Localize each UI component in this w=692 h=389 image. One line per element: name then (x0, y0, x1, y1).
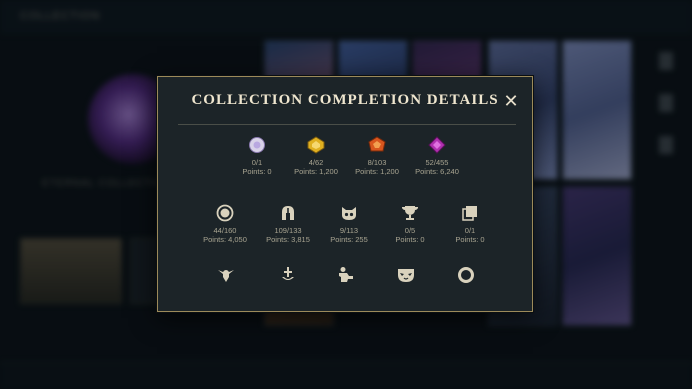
stat-icons: 44/160 Points: 4,050 (190, 203, 260, 244)
stat-count: 0/1 (464, 226, 476, 235)
emote-icon (216, 265, 236, 285)
stat-count: 9/113 (339, 226, 359, 235)
stat-points: Points: 4,050 (203, 235, 247, 244)
stat-points: Points: 0 (455, 235, 485, 244)
stat-count: 4/62 (308, 158, 324, 167)
stat-points: Points: 3,815 (266, 235, 310, 244)
stat-wards: 9/113 Points: 255 (314, 203, 384, 244)
stat-others: 0/1 Points: 0 (435, 203, 505, 244)
stat-points: Points: 255 (330, 235, 368, 244)
helmet-icon (253, 203, 323, 223)
stat-epic: 4/62 Points: 1,200 (281, 135, 351, 176)
stat-count: 52/455 (425, 158, 449, 167)
stacked-cards-icon (435, 203, 505, 223)
stat-count: 44/160 (213, 226, 237, 235)
mythic-gem-icon (402, 135, 472, 155)
collection-completion-modal: COLLECTION COMPLETION DETAILS ✕ 0/1 Poin… (157, 76, 533, 312)
ring-icon (456, 265, 476, 285)
epic-gem-icon (281, 135, 351, 155)
modal-title: COLLECTION COMPLETION DETAILS (191, 92, 499, 108)
stat-points: Points: 6,240 (415, 167, 459, 176)
icon-token-icon (190, 203, 260, 223)
ward-icon (314, 203, 384, 223)
mask-icon (396, 265, 416, 285)
stat-mythic: 52/455 Points: 6,240 (402, 135, 472, 176)
close-button[interactable]: ✕ (502, 92, 520, 110)
stat-count: 109/133 (274, 226, 302, 235)
stat-points: Points: 1,200 (294, 167, 338, 176)
stat-skins: 109/133 Points: 3,815 (253, 203, 323, 244)
figure-icon (336, 265, 356, 285)
title-divider (178, 124, 516, 125)
sword-icon (278, 265, 298, 285)
